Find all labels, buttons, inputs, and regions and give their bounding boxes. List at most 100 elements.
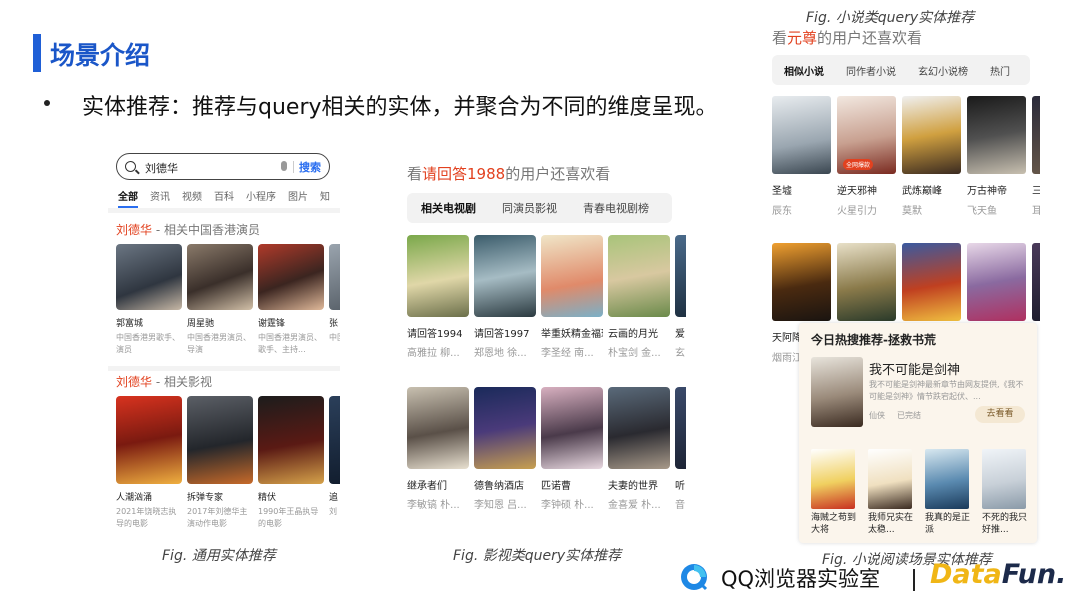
film-card[interactable]: 精伏 1990年王晶执导的电影 bbox=[258, 396, 324, 530]
film-name: 拆弹专家 bbox=[187, 493, 224, 503]
popup-card-name: 不死的我只好推... bbox=[982, 513, 1028, 535]
tab-similar-novels[interactable]: 相似小说 bbox=[784, 63, 824, 78]
popup-book-card[interactable]: 不死的我只好推... bbox=[982, 449, 1027, 536]
tab-miniapp[interactable]: 小程序 bbox=[246, 188, 276, 208]
drama-card[interactable]: 听 音 bbox=[675, 387, 686, 511]
tab-fantasy-rank[interactable]: 玄幻小说榜 bbox=[918, 63, 968, 78]
drama-poster bbox=[474, 235, 536, 317]
drama-name: 匹诺曹 bbox=[541, 481, 571, 492]
drama-name: 云画的月光 bbox=[608, 329, 658, 340]
drama-cast: 李圣经 南... bbox=[541, 348, 594, 359]
drama-name: 请回答1994 bbox=[407, 329, 463, 340]
popup-book-card[interactable]: 我师兄实在太稳... bbox=[868, 449, 913, 536]
film-poster bbox=[258, 396, 324, 484]
actor-card[interactable]: 张 中国 bbox=[329, 244, 340, 356]
book-genre: 仙侠 bbox=[869, 411, 885, 420]
search-button[interactable]: 搜索 bbox=[299, 159, 321, 175]
video-tabs: 相关电视剧 同演员影视 青春电视剧榜 bbox=[407, 193, 672, 223]
popup-book-title[interactable]: 我不可能是剑神 bbox=[869, 359, 960, 378]
novel-name: 逆天邪神 bbox=[837, 186, 877, 197]
tab-related-dramas[interactable]: 相关电视剧 bbox=[421, 200, 476, 216]
drama-cast: 李敏镐 朴... bbox=[407, 500, 460, 511]
tab-youth-drama-rank[interactable]: 青春电视剧榜 bbox=[583, 200, 649, 216]
tab-more[interactable]: 知 bbox=[320, 188, 330, 208]
tab-images[interactable]: 图片 bbox=[288, 188, 308, 208]
film-card[interactable]: 人潮汹涌 2021年饶晓志执导的电影 bbox=[116, 396, 182, 530]
drama-poster bbox=[407, 387, 469, 469]
drama-card[interactable]: 举重妖精金福珠 李圣经 南... bbox=[541, 235, 603, 359]
search-input[interactable]: 刘德华 搜索 bbox=[116, 153, 330, 180]
popup-title: 今日热搜推荐-拯救书荒 bbox=[811, 333, 936, 347]
film-card[interactable]: 追 刘 bbox=[329, 396, 340, 530]
film-desc: 2021年饶晓志执导的电影 bbox=[116, 507, 177, 528]
novel-tabs: 相似小说 同作者小说 玄幻小说榜 热门 bbox=[772, 55, 1030, 85]
actor-name: 张 bbox=[329, 319, 339, 329]
actor-card[interactable]: 周星驰 中国香港男演员、导演 bbox=[187, 244, 253, 356]
search-query: 刘德华 bbox=[145, 162, 178, 175]
drama-cast: 玄 bbox=[675, 348, 685, 359]
popup-book-card[interactable]: 海贼之苟到大将 bbox=[811, 449, 856, 536]
go-read-button[interactable]: 去看看 bbox=[975, 406, 1025, 423]
actor-photo bbox=[116, 244, 182, 310]
actor-name: 周星驰 bbox=[187, 319, 215, 329]
drama-card[interactable]: 请回答1994 高雅拉 柳... bbox=[407, 235, 469, 359]
drama-card[interactable]: 请回答1997 郑恩地 徐... bbox=[474, 235, 536, 359]
novel-card[interactable]: 万古神帝 飞天鱼 bbox=[967, 96, 1026, 217]
actor-row: 郭富城 中国香港男歌手、演员 周星驰 中国香港男演员、导演 谢霆锋 中国香港男演… bbox=[116, 244, 340, 356]
hot-tag: 全网爆款 bbox=[843, 159, 874, 170]
drama-card[interactable]: 继承者们 李敏镐 朴... bbox=[407, 387, 469, 511]
actor-card[interactable]: 郭富城 中国香港男歌手、演员 bbox=[116, 244, 182, 356]
search-icon bbox=[125, 161, 136, 172]
microphone-icon[interactable] bbox=[281, 161, 287, 171]
novel-card[interactable]: 圣墟 辰东 bbox=[772, 96, 831, 217]
tab-baike[interactable]: 百科 bbox=[214, 188, 234, 208]
search-divider bbox=[293, 161, 294, 173]
popup-book-cover[interactable] bbox=[811, 357, 863, 427]
drama-name: 爱 bbox=[675, 329, 685, 340]
tab-hot[interactable]: 热门 bbox=[990, 63, 1010, 78]
popup-card-cover bbox=[868, 449, 912, 509]
drama-card[interactable]: 德鲁纳酒店 李知恩 吕... bbox=[474, 387, 536, 511]
caption-general: Fig. 通用实体推荐 bbox=[162, 548, 276, 564]
qq-browser-logo-icon bbox=[681, 564, 708, 591]
novel-name: 三 bbox=[1032, 186, 1040, 197]
drama-card[interactable]: 夫妻的世界 金喜爱 朴... bbox=[608, 387, 670, 511]
section-title-films: 刘德华 - 相关影视 bbox=[116, 375, 212, 389]
novel-name: 武炼巅峰 bbox=[902, 186, 942, 197]
tab-all[interactable]: 全部 bbox=[118, 188, 138, 208]
popup-book-meta: 仙侠 已完结 bbox=[869, 410, 933, 421]
popup-card-name: 我真的是正派 bbox=[925, 513, 971, 535]
drama-poster bbox=[608, 387, 670, 469]
popup-book-card[interactable]: 我真的是正派 bbox=[925, 449, 970, 536]
novel-name: 万古神帝 bbox=[967, 186, 1007, 197]
drama-cast: 李知恩 吕... bbox=[474, 500, 527, 511]
tab-same-actor[interactable]: 同演员影视 bbox=[502, 200, 557, 216]
film-desc: 刘 bbox=[329, 507, 337, 516]
film-card[interactable]: 拆弹专家 2017年刘德华主演动作电影 bbox=[187, 396, 253, 530]
drama-poster bbox=[608, 235, 670, 317]
novel-card[interactable]: 三 耳 bbox=[1032, 96, 1040, 217]
general-recommend-panel: 刘德华 搜索 全部 资讯 视频 百科 小程序 图片 知 刘德华 - 相关中国香港… bbox=[108, 150, 340, 535]
drama-card[interactable]: 爱 玄 bbox=[675, 235, 686, 359]
novel-cover bbox=[967, 96, 1026, 174]
tab-video[interactable]: 视频 bbox=[182, 188, 202, 208]
novel-author: 耳 bbox=[1032, 206, 1040, 217]
novel-panel-title: 看元尊的用户还喜欢看 bbox=[772, 29, 923, 47]
drama-name: 请回答1997 bbox=[474, 329, 530, 340]
novel-card[interactable]: 武炼巅峰 莫默 bbox=[902, 96, 961, 217]
tab-news[interactable]: 资讯 bbox=[150, 188, 170, 208]
drama-poster bbox=[407, 235, 469, 317]
actor-card[interactable]: 谢霆锋 中国香港男演员、歌手、主持... bbox=[258, 244, 324, 356]
novel-cover bbox=[967, 243, 1026, 321]
drama-card[interactable]: 匹诺曹 李钟硕 朴... bbox=[541, 387, 603, 511]
popup-book-desc: 我不可能是剑神最新章节由网友提供,《我不可能是剑神》情节跌宕起伏、... bbox=[869, 380, 1024, 401]
tab-same-author[interactable]: 同作者小说 bbox=[846, 63, 896, 78]
drama-cast: 高雅拉 柳... bbox=[407, 348, 460, 359]
drama-card[interactable]: 云画的月光 朴宝剑 金... bbox=[608, 235, 670, 359]
drama-poster bbox=[541, 235, 603, 317]
actor-name: 谢霆锋 bbox=[258, 319, 286, 329]
drama-name: 举重妖精金福珠 bbox=[541, 329, 603, 340]
novel-card[interactable]: 全网爆款 逆天邪神 火星引力 bbox=[837, 96, 896, 217]
video-panel-title: 看请回答1988的用户还喜欢看 bbox=[407, 165, 611, 183]
video-recommend-panel: 看请回答1988的用户还喜欢看 相关电视剧 同演员影视 青春电视剧榜 请回答19… bbox=[402, 155, 686, 525]
